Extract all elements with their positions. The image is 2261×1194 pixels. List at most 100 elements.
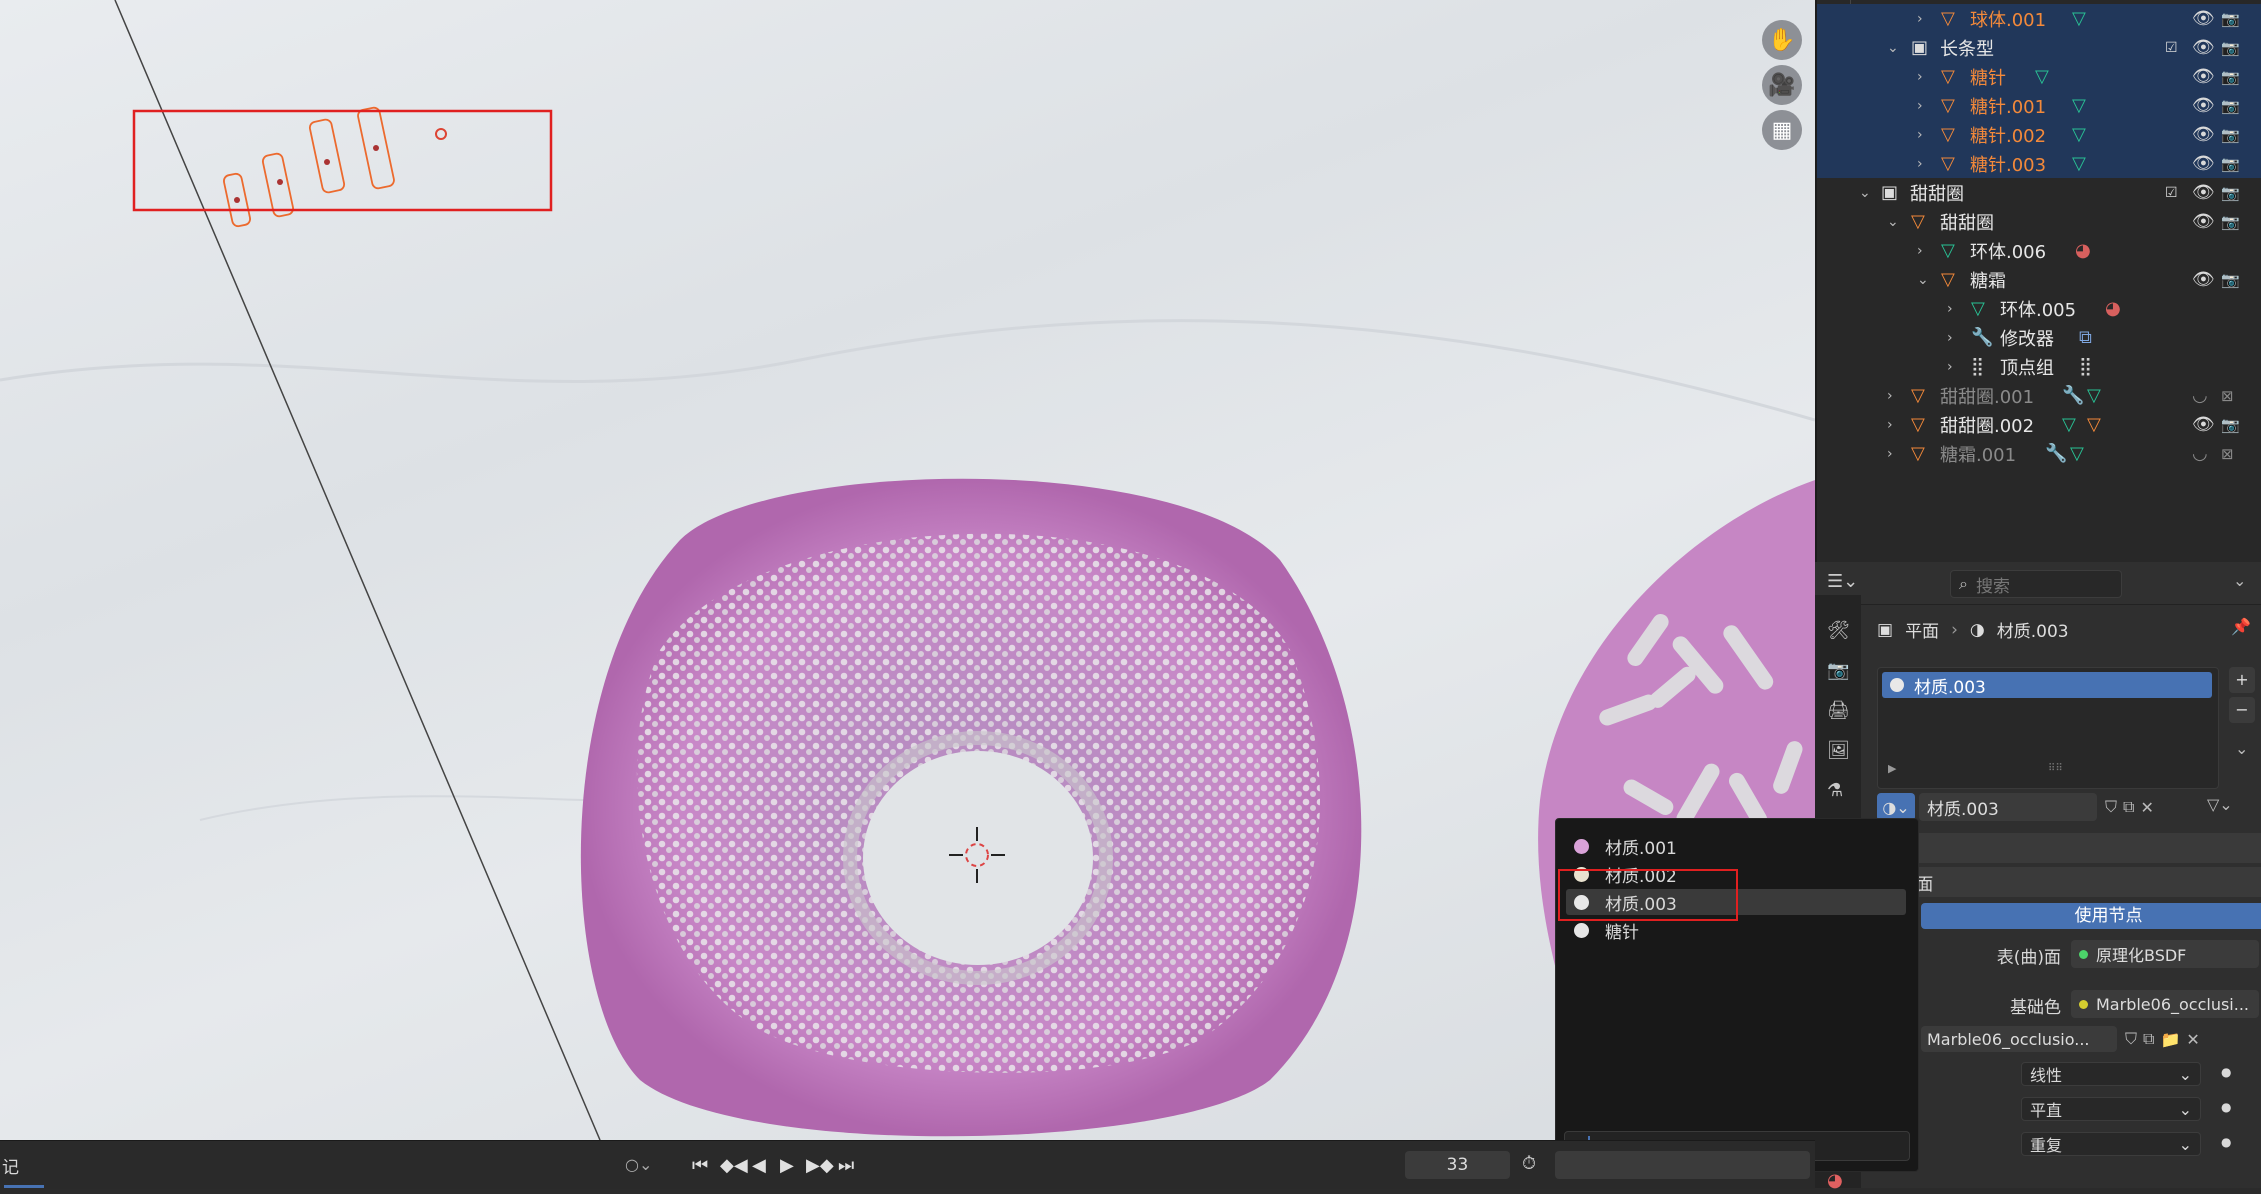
- outliner-row[interactable]: ⌄ ▣ 甜甜圈 ☑ 👁 📷: [1817, 178, 2261, 207]
- timeline-bar[interactable]: 记 ○⌄ ⏮ ◆◀ ◀ ▶ ▶◆ ⏭ 33 ⏱: [0, 1140, 1815, 1189]
- extension-select[interactable]: 重复 ⌄: [2021, 1132, 2201, 1156]
- material-slot-list[interactable]: 材质.003 ▶ ⠿⠿: [1877, 667, 2219, 789]
- 3d-viewport[interactable]: ✋ 🎥 ▦: [0, 0, 1815, 1140]
- surface-shader-field[interactable]: 原理化BSDF: [2071, 940, 2259, 968]
- outliner-row[interactable]: ⌄ ▽ 糖霜 👁 📷: [1817, 265, 2261, 294]
- view-layer-tab-icon[interactable]: 🖼: [1827, 740, 1851, 764]
- outliner-row[interactable]: ⌄ ▽ 甜甜圈 👁 📷: [1817, 207, 2261, 236]
- keyframe-dot-icon[interactable]: ●: [2221, 1065, 2231, 1079]
- fake-user-shield-icon[interactable]: ⛉: [2125, 1029, 2137, 1049]
- expand-arrow-icon[interactable]: ›: [1887, 388, 1893, 404]
- render-camera-icon[interactable]: 📷: [2221, 126, 2240, 144]
- material-option[interactable]: 材质.001: [1566, 833, 1906, 859]
- eye-icon[interactable]: 👁: [2192, 211, 2215, 232]
- unlink-x-icon[interactable]: ✕: [2186, 1030, 2199, 1049]
- expand-arrow-icon[interactable]: ›: [1917, 127, 1923, 143]
- expand-arrow-icon[interactable]: ›: [1917, 69, 1923, 85]
- material-tab-icon[interactable]: ◕: [1827, 1170, 1851, 1194]
- render-camera-icon[interactable]: 📷: [2221, 97, 2240, 115]
- expand-arrow-icon[interactable]: ›: [1917, 11, 1923, 27]
- editor-type-icon[interactable]: ☰⌄: [1827, 571, 1858, 592]
- material-name-field[interactable]: 材质.003: [1919, 793, 2097, 821]
- pin-icon[interactable]: 📌: [2231, 617, 2251, 636]
- camera-view-icon[interactable]: 🎥: [1762, 65, 1802, 105]
- render-disabled-icon[interactable]: ⊠: [2221, 445, 2234, 463]
- eye-icon[interactable]: 👁: [2192, 124, 2215, 145]
- next-keyframe-icon[interactable]: ▶◆: [806, 1155, 834, 1176]
- projection-select[interactable]: 平直 ⌄: [2021, 1097, 2201, 1121]
- stopwatch-icon[interactable]: ⏱: [1522, 1153, 1536, 1174]
- duplicate-icon[interactable]: ⧉: [2123, 797, 2134, 817]
- collapse-arrow-icon[interactable]: ⌄: [1859, 185, 1871, 201]
- preview-panel-header[interactable]: 预览: [1861, 833, 2261, 863]
- keyframe-dot-icon[interactable]: ●: [2221, 1100, 2231, 1114]
- resize-grip-icon[interactable]: ⠿⠿: [2048, 763, 2063, 774]
- render-tab-icon[interactable]: 📷: [1827, 660, 1851, 684]
- outliner-row[interactable]: › ▽ 球体.001 ▽ 👁 📷: [1817, 4, 2261, 33]
- current-frame-field[interactable]: 33: [1405, 1151, 1510, 1179]
- browse-material-icon[interactable]: ◑⌄: [1877, 793, 1915, 821]
- image-name-field[interactable]: Marble06_occlusio...: [1921, 1026, 2117, 1052]
- play-small-icon[interactable]: ▶: [1888, 762, 1896, 775]
- material-datablock[interactable]: ◑⌄ 材质.003 ⛉ ⧉ ✕: [1877, 793, 2187, 821]
- expand-arrow-icon[interactable]: ›: [1947, 330, 1953, 346]
- outliner-row[interactable]: › ▽ 糖针 ▽ 👁 📷: [1817, 62, 2261, 91]
- jump-end-icon[interactable]: ⏭: [838, 1155, 854, 1176]
- use-nodes-button[interactable]: 使用节点: [1921, 903, 2261, 929]
- keying-record-icon[interactable]: ○⌄: [625, 1155, 652, 1174]
- ortho-grid-icon[interactable]: ▦: [1762, 110, 1802, 150]
- outliner-row[interactable]: › ▽ 甜甜圈.002 ▽ ▽ 👁 📷: [1817, 410, 2261, 439]
- chevron-down-icon[interactable]: ⌄: [2235, 739, 2248, 758]
- eye-closed-icon[interactable]: ◡: [2192, 443, 2208, 464]
- outliner-row[interactable]: › ▽ 糖霜.001 🔧 ▽ ◡ ⊠: [1817, 439, 2261, 468]
- eye-icon[interactable]: 👁: [2192, 95, 2215, 116]
- render-camera-icon[interactable]: 📷: [2221, 271, 2240, 289]
- add-slot-button[interactable]: +: [2229, 667, 2255, 693]
- outliner-row[interactable]: ⌄ ▣ 长条型 ☑ 👁 📷: [1817, 33, 2261, 62]
- pan-hand-icon[interactable]: ✋: [1762, 20, 1802, 60]
- unlink-x-icon[interactable]: ✕: [2140, 798, 2153, 817]
- folder-icon[interactable]: 📁: [2160, 1030, 2180, 1049]
- eye-icon[interactable]: 👁: [2192, 153, 2215, 174]
- play-icon[interactable]: ▶: [780, 1155, 794, 1176]
- prev-keyframe-icon[interactable]: ◆◀: [720, 1155, 748, 1176]
- outliner-row[interactable]: › ▽ 糖针.002 ▽ 👁 📷: [1817, 120, 2261, 149]
- outliner-row[interactable]: › ▽ 环体.005 ◕: [1817, 294, 2261, 323]
- eye-icon[interactable]: 👁: [2192, 8, 2215, 29]
- scene-tab-icon[interactable]: ⚗: [1827, 780, 1851, 804]
- eye-icon[interactable]: 👁: [2192, 414, 2215, 435]
- jump-start-icon[interactable]: ⏮: [692, 1155, 708, 1176]
- outliner-panel[interactable]: › ▽ 球体.001 ▽ 👁 📷 ⌄ ▣ 长条型 ☑ 👁 📷 › ▽ 糖针 ▽ …: [1815, 0, 2261, 562]
- render-camera-icon[interactable]: 📷: [2221, 68, 2240, 86]
- base-color-field[interactable]: Marble06_occlusi...: [2071, 990, 2259, 1018]
- outliner-row[interactable]: › ▽ 甜甜圈.001 🔧 ▽ ◡ ⊠: [1817, 381, 2261, 410]
- link-type-icon[interactable]: ▽⌄: [2207, 795, 2233, 814]
- collapse-arrow-icon[interactable]: ⌄: [1917, 272, 1929, 288]
- expand-arrow-icon[interactable]: ›: [1887, 446, 1893, 462]
- collapse-arrow-icon[interactable]: ⌄: [1887, 40, 1899, 56]
- eye-icon[interactable]: 👁: [2192, 269, 2215, 290]
- expand-arrow-icon[interactable]: ›: [1917, 156, 1923, 172]
- duplicate-icon[interactable]: ⧉: [2143, 1029, 2154, 1049]
- keyframe-dot-icon[interactable]: ●: [2221, 1135, 2231, 1149]
- tool-tab-icon[interactable]: 🛠: [1827, 620, 1851, 644]
- chevron-down-icon[interactable]: ⌄: [2233, 571, 2246, 590]
- expand-arrow-icon[interactable]: ›: [1947, 301, 1953, 317]
- outliner-row[interactable]: › ⣿ 顶点组 ⣿: [1817, 352, 2261, 381]
- output-tab-icon[interactable]: 🖨: [1827, 700, 1851, 724]
- material-slot-selected[interactable]: 材质.003: [1882, 672, 2212, 698]
- render-camera-icon[interactable]: 📷: [2221, 155, 2240, 173]
- eye-closed-icon[interactable]: ◡: [2192, 385, 2208, 406]
- interpolation-select[interactable]: 线性 ⌄: [2021, 1062, 2201, 1086]
- render-camera-icon[interactable]: 📷: [2221, 39, 2240, 57]
- image-datablock[interactable]: Marble06_occlusio... ⛉ ⧉ 📁 ✕: [1921, 1025, 2261, 1053]
- outliner-row[interactable]: › 🔧 修改器 ⧉: [1817, 323, 2261, 352]
- render-camera-icon[interactable]: 📷: [2221, 416, 2240, 434]
- render-camera-icon[interactable]: 📷: [2221, 10, 2240, 28]
- outliner-row[interactable]: › ▽ 环体.006 ◕: [1817, 236, 2261, 265]
- checkbox-icon[interactable]: ☑: [2165, 40, 2178, 56]
- play-reverse-icon[interactable]: ◀: [752, 1155, 766, 1176]
- remove-slot-button[interactable]: −: [2229, 697, 2255, 723]
- expand-arrow-icon[interactable]: ›: [1917, 98, 1923, 114]
- outliner-row[interactable]: › ▽ 糖针.003 ▽ 👁 📷: [1817, 149, 2261, 178]
